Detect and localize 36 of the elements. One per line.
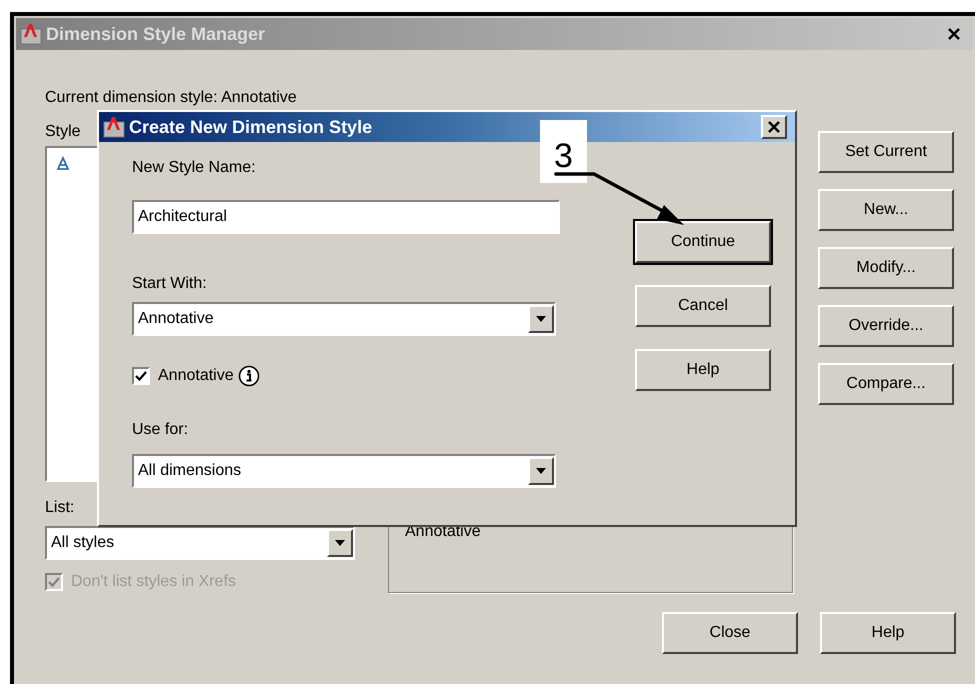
preview-text: Annotative <box>405 523 481 540</box>
style-name-field[interactable]: Architectural <box>132 200 560 234</box>
check-icon <box>135 370 147 382</box>
step-number-callout: 3 <box>540 120 587 183</box>
dialog-button[interactable]: Cancel <box>635 285 771 327</box>
dialog-button[interactable]: Override... <box>818 305 954 347</box>
dialog-button[interactable]: Help <box>635 349 771 391</box>
use-for-label: Use for: <box>132 420 190 440</box>
check-icon <box>48 576 60 588</box>
list-label: List: <box>45 498 76 518</box>
app-logo-icon <box>20 23 42 45</box>
current-style-label: Current dimension style: Annotative <box>45 88 298 108</box>
dialog-button[interactable]: Compare... <box>818 363 954 405</box>
style-name-label: New Style Name: <box>132 158 257 178</box>
style-icon <box>55 156 71 172</box>
dialog-button[interactable]: New... <box>818 189 954 231</box>
use-for-dropdown[interactable]: All dimensions <box>132 454 556 488</box>
app-logo-icon <box>103 116 125 138</box>
dialog-button[interactable]: Continue <box>635 221 771 263</box>
window-title: Dimension Style Manager <box>46 22 266 46</box>
info-icon[interactable] <box>238 365 260 387</box>
dialog-button[interactable]: Help <box>820 612 956 654</box>
close-icon <box>947 27 961 41</box>
styles-label: Style <box>45 122 82 142</box>
checkbox-label: Don't list styles in Xrefs <box>71 572 236 592</box>
start-with-label: Start With: <box>132 274 208 294</box>
close-icon <box>768 121 780 133</box>
annotative-label: Annotative <box>158 366 234 386</box>
dialog-button[interactable]: Modify... <box>818 247 954 289</box>
close-button[interactable] <box>761 115 787 139</box>
dialog-button[interactable]: Close <box>662 612 798 654</box>
checkbox[interactable] <box>132 367 150 385</box>
start-with-dropdown[interactable]: Annotative <box>132 302 556 336</box>
list-filter-dropdown[interactable]: All styles <box>45 526 355 560</box>
dialog-button[interactable]: Set Current <box>818 131 954 173</box>
dialog-title: Create New Dimension Style <box>129 116 372 139</box>
